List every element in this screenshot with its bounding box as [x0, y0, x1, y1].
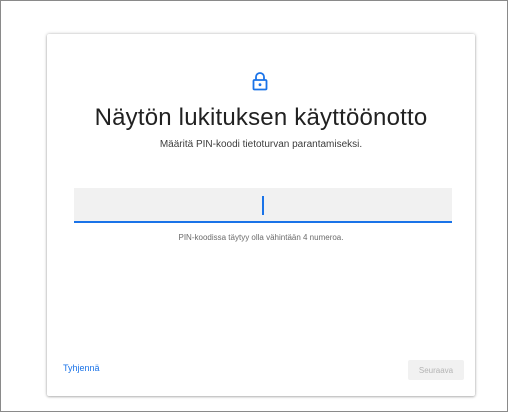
- window-frame: Näytön lukituksen käyttöönotto Määritä P…: [0, 0, 508, 412]
- next-button[interactable]: Seuraava: [408, 360, 464, 380]
- page-subtitle: Määritä PIN-koodi tietoturvan parantamis…: [159, 139, 363, 150]
- pin-hint: PIN-koodissa täytyy olla vähintään 4 num…: [178, 233, 344, 242]
- screen-lock-setup-dialog: Näytön lukituksen käyttöönotto Määritä P…: [47, 34, 475, 396]
- clear-button[interactable]: Tyhjennä: [63, 363, 100, 373]
- lock-icon: [252, 72, 268, 91]
- page-title: Näytön lukituksen käyttöönotto: [94, 104, 428, 131]
- text-cursor: [262, 196, 264, 215]
